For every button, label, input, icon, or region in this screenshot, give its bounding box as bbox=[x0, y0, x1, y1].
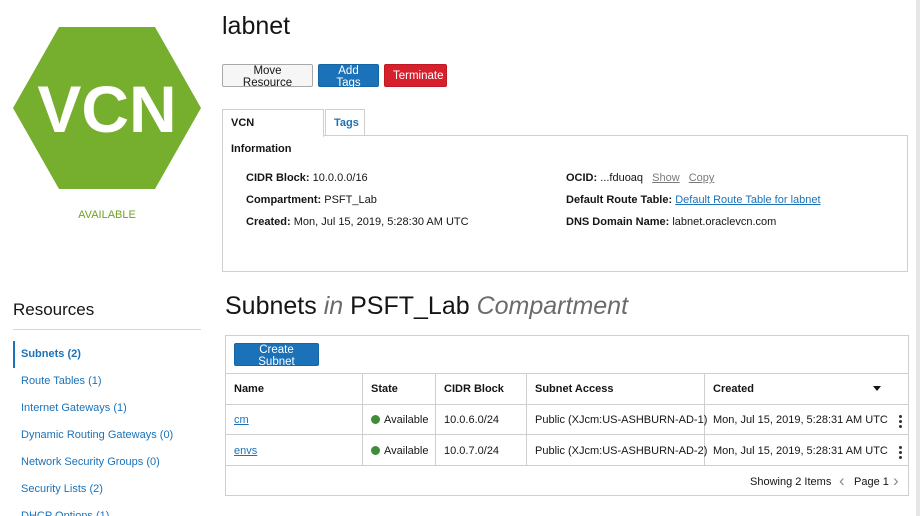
available-status-icon bbox=[371, 415, 380, 424]
prev-page-icon[interactable]: ‹ bbox=[839, 471, 845, 491]
route-table-link[interactable]: Default Route Table for labnet bbox=[675, 194, 820, 206]
subnet-created: Mon, Jul 15, 2019, 5:28:31 AM UTC bbox=[713, 445, 888, 457]
column-header-name[interactable]: Name bbox=[234, 383, 264, 395]
created-value: Mon, Jul 15, 2019, 5:28:30 AM UTC bbox=[293, 216, 469, 228]
subnets-title-suffix: Compartment bbox=[476, 292, 629, 320]
column-header-cidr[interactable]: CIDR Block bbox=[444, 383, 504, 395]
subnet-state: Available bbox=[371, 445, 428, 457]
vcn-hexagon-icon: VCN bbox=[12, 26, 202, 190]
subnet-name-link[interactable]: cm bbox=[234, 414, 249, 426]
resource-item-dynamic-routing-gateways[interactable]: Dynamic Routing Gateways (0) bbox=[13, 422, 203, 449]
sort-caret-icon[interactable] bbox=[873, 386, 881, 391]
status-badge: AVAILABLE bbox=[78, 209, 136, 221]
subnet-cidr: 10.0.6.0/24 bbox=[444, 414, 500, 426]
resource-item-route-tables[interactable]: Route Tables (1) bbox=[13, 368, 203, 395]
subnet-access: Public (XJcm:US-ASHBURN-AD-2) bbox=[535, 445, 708, 457]
cidr-block-field: CIDR Block: 10.0.0.0/16 bbox=[246, 172, 368, 184]
divider bbox=[226, 434, 908, 435]
subnets-title-in: in bbox=[323, 292, 344, 320]
cidr-block-label: CIDR Block: bbox=[246, 172, 310, 184]
compartment-value: PSFT_Lab bbox=[324, 194, 377, 206]
column-header-created[interactable]: Created bbox=[713, 383, 754, 395]
created-label: Created: bbox=[246, 216, 291, 228]
cidr-block-value: 10.0.0.0/16 bbox=[312, 172, 368, 184]
divider bbox=[435, 373, 436, 465]
divider bbox=[226, 465, 908, 466]
subnet-state-label: Available bbox=[384, 445, 429, 457]
copy-ocid-link[interactable]: Copy bbox=[689, 172, 715, 184]
subnets-title-main: Subnets bbox=[225, 292, 317, 320]
add-tags-button[interactable]: Add Tags bbox=[318, 64, 379, 89]
ocid-label: OCID: bbox=[566, 172, 598, 184]
created-field: Created: Mon, Jul 15, 2019, 5:28:30 AM U… bbox=[246, 216, 469, 228]
resource-item-dhcp-options[interactable]: DHCP Options (1) bbox=[13, 503, 203, 516]
divider bbox=[13, 329, 201, 330]
divider bbox=[362, 373, 363, 465]
subnet-state: Available bbox=[371, 414, 428, 426]
subnet-created: Mon, Jul 15, 2019, 5:28:31 AM UTC bbox=[713, 414, 888, 426]
subnets-heading: Subnets in PSFT_Lab Compartment bbox=[225, 292, 628, 321]
route-table-field: Default Route Table: Default Route Table… bbox=[566, 194, 821, 206]
resource-item-security-lists[interactable]: Security Lists (2) bbox=[13, 476, 203, 503]
scrollbar[interactable] bbox=[916, 0, 920, 516]
subnet-access: Public (XJcm:US-ASHBURN-AD-1) bbox=[535, 414, 708, 426]
vcn-icon-label: VCN bbox=[37, 72, 176, 146]
ocid-value: ...fduoaq bbox=[600, 172, 644, 184]
page-indicator: Page 1 bbox=[854, 476, 889, 488]
compartment-label: Compartment: bbox=[246, 194, 322, 206]
resource-item-network-security-groups[interactable]: Network Security Groups (0) bbox=[13, 449, 203, 476]
divider bbox=[226, 373, 908, 374]
tab-tags[interactable]: Tags bbox=[325, 109, 365, 136]
showing-count: Showing 2 Items bbox=[750, 476, 832, 488]
ocid-field: OCID: ...fduoaq Show Copy bbox=[566, 172, 714, 184]
subnet-cidr: 10.0.7.0/24 bbox=[444, 445, 500, 457]
terminate-button[interactable]: Terminate bbox=[384, 64, 447, 87]
tab-vcn-information[interactable]: VCN Information bbox=[222, 109, 324, 155]
dns-domain-value: labnet.oraclevcn.com bbox=[672, 216, 777, 228]
dns-domain-field: DNS Domain Name: labnet.oraclevcn.com bbox=[566, 216, 776, 228]
subnet-state-label: Available bbox=[384, 414, 429, 426]
page-title: labnet bbox=[222, 12, 291, 40]
column-header-access[interactable]: Subnet Access bbox=[535, 383, 613, 395]
subnet-name-link[interactable]: envs bbox=[234, 445, 257, 457]
show-ocid-link[interactable]: Show bbox=[652, 172, 680, 184]
subnets-title-compartment: PSFT_Lab bbox=[350, 292, 470, 320]
resources-heading: Resources bbox=[13, 300, 95, 319]
subnets-table: Create Subnet Name State CIDR Block Subn… bbox=[225, 335, 909, 496]
dns-domain-label: DNS Domain Name: bbox=[566, 216, 670, 228]
next-page-icon[interactable]: › bbox=[893, 471, 899, 491]
route-table-label: Default Route Table: bbox=[566, 194, 673, 206]
divider bbox=[526, 373, 527, 465]
resource-item-subnets[interactable]: Subnets (2) bbox=[13, 341, 203, 368]
compartment-field: Compartment: PSFT_Lab bbox=[246, 194, 377, 206]
resources-nav: Subnets (2) Route Tables (1) Internet Ga… bbox=[13, 341, 203, 516]
available-status-icon bbox=[371, 446, 380, 455]
row-actions-kebab-icon[interactable] bbox=[899, 446, 903, 461]
divider bbox=[226, 404, 908, 405]
row-actions-kebab-icon[interactable] bbox=[899, 415, 903, 430]
create-subnet-button[interactable]: Create Subnet bbox=[234, 343, 319, 368]
column-header-state[interactable]: State bbox=[371, 383, 398, 395]
move-resource-button[interactable]: Move Resource bbox=[222, 64, 313, 89]
vcn-info-panel: CIDR Block: 10.0.0.0/16 Compartment: PSF… bbox=[222, 135, 908, 272]
resource-item-internet-gateways[interactable]: Internet Gateways (1) bbox=[13, 395, 203, 422]
